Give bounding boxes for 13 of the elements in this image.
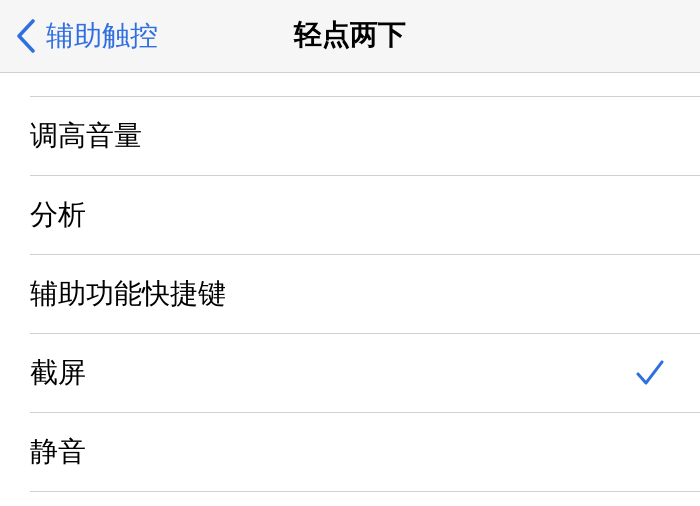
option-row[interactable]: 分析	[30, 176, 700, 255]
option-row[interactable]: 截屏	[30, 334, 700, 413]
page-title: 轻点两下	[294, 17, 406, 53]
chevron-left-icon	[16, 19, 36, 53]
option-label: 静音	[30, 434, 86, 470]
option-row[interactable]: 静音	[30, 413, 700, 492]
option-label: 截屏	[30, 355, 86, 391]
option-label: 调高音量	[30, 118, 142, 154]
back-button[interactable]: 辅助触控	[0, 15, 158, 57]
option-row[interactable]: 调高音量	[30, 97, 700, 176]
option-label: 辅助功能快捷键	[30, 276, 226, 312]
option-row[interactable]: 辅助功能快捷键	[30, 255, 700, 334]
option-label: 分析	[30, 197, 86, 233]
